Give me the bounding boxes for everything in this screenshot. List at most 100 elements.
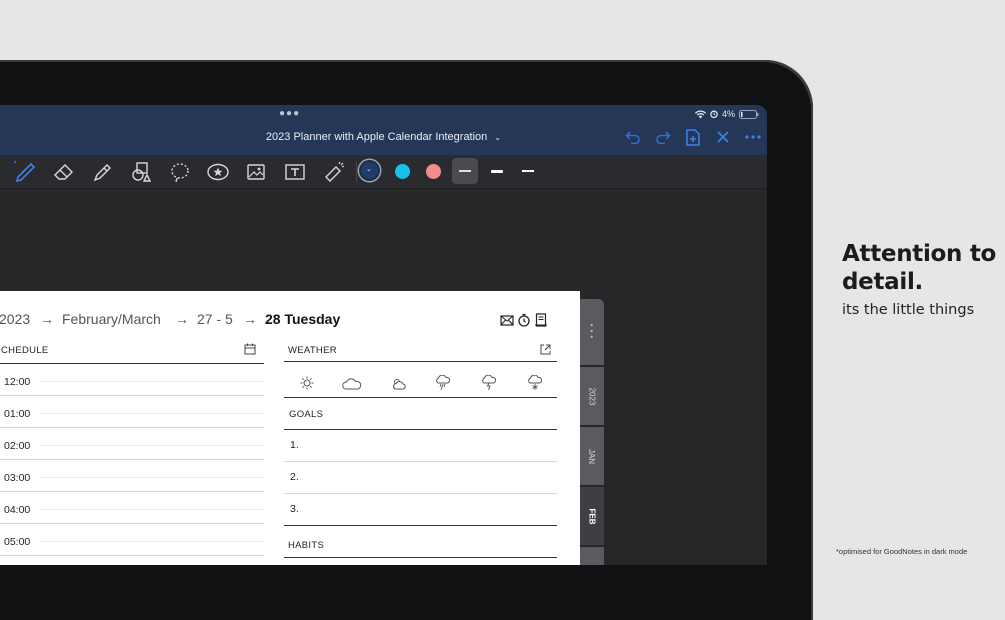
- tab-feb[interactable]: FEB: [580, 487, 604, 545]
- schedule-heading: CHEDULE: [1, 345, 49, 356]
- goal-item[interactable]: 1.: [290, 439, 299, 451]
- more-button[interactable]: [743, 127, 763, 147]
- wifi-icon: [694, 110, 706, 118]
- undo-button[interactable]: [623, 127, 643, 147]
- schedule-heading-rule: [0, 363, 264, 364]
- notebook-icon[interactable]: [534, 313, 548, 327]
- stroke-size-thin[interactable]: [452, 158, 478, 184]
- tab-2023-label: 2023: [587, 387, 597, 405]
- document-title-text: 2023 Planner with Apple Calendar Integra…: [265, 131, 488, 143]
- breadcrumb-day[interactable]: 28 Tuesday: [265, 311, 340, 327]
- lasso-tool[interactable]: [167, 159, 193, 185]
- elements-tool[interactable]: [205, 159, 231, 185]
- habits-heading-rule: [284, 557, 557, 558]
- nav-actions: [623, 127, 763, 147]
- text-box-icon: [285, 164, 305, 180]
- marketing-title-line-1: Attention to: [842, 241, 997, 267]
- ipad-screen: ●●● 4% 2023 Planner with Apple Calendar …: [0, 105, 767, 565]
- breadcrumb-week[interactable]: 27 - 5: [197, 311, 233, 327]
- schedule-half-rule: [40, 445, 264, 446]
- breadcrumb-year[interactable]: 2023: [0, 311, 30, 327]
- schedule-time: 04:00: [4, 504, 31, 516]
- laser-pointer-tool[interactable]: [321, 159, 347, 185]
- partly-cloudy-icon[interactable]: [391, 377, 407, 391]
- tools-toolbar: ⌄: [0, 155, 767, 189]
- more-icon: [745, 135, 761, 139]
- redo-icon: [656, 131, 671, 144]
- arrow-right-icon: →: [175, 311, 189, 327]
- eraser-tool[interactable]: [51, 159, 77, 185]
- dark-mode-footnote: *optimised for GoodNotes in dark mode: [836, 547, 968, 556]
- battery-icon: [739, 109, 759, 119]
- stroke-size-thick[interactable]: [515, 158, 541, 184]
- tab-feb-label: FEB: [587, 508, 597, 524]
- image-tool[interactable]: [243, 159, 269, 185]
- eraser-icon: [54, 164, 73, 180]
- goals-bottom-rule: [284, 525, 557, 526]
- planner-page[interactable]: 2023 → February/March → 27 - 5 → 28 Tues…: [0, 291, 580, 565]
- breadcrumb-month[interactable]: February/March: [62, 311, 161, 327]
- weather-heading: WEATHER: [288, 345, 337, 356]
- mail-icon[interactable]: [500, 313, 514, 327]
- arrow-right-icon: →: [40, 311, 54, 327]
- undo-icon: [625, 131, 640, 144]
- tab-2023[interactable]: 2023: [580, 367, 604, 425]
- schedule-rule: [0, 395, 264, 396]
- calendar-icon[interactable]: [244, 343, 256, 355]
- color-swatch-cyan[interactable]: [395, 164, 410, 179]
- arrow-right-icon: →: [243, 311, 257, 327]
- side-tabs: ••• 2023 JAN FEB: [580, 291, 604, 565]
- external-link-icon[interactable]: [540, 344, 551, 355]
- goals-heading-rule: [284, 429, 557, 430]
- laser-pointer-icon: [325, 161, 345, 182]
- habits-heading: HABITS: [288, 540, 325, 551]
- snow-icon[interactable]: [527, 375, 543, 391]
- tab-next[interactable]: [580, 547, 604, 565]
- redo-button[interactable]: [653, 127, 673, 147]
- pen-icon: [13, 160, 36, 183]
- tab-jan[interactable]: JAN: [580, 427, 604, 485]
- chevron-down-icon: ⌄: [494, 133, 502, 142]
- close-button[interactable]: [713, 127, 733, 147]
- stroke-thin-icon: [459, 170, 471, 172]
- cloud-icon[interactable]: [342, 378, 362, 390]
- schedule-time: 03:00: [4, 472, 31, 484]
- lasso-icon: [171, 163, 189, 183]
- color-swatch-dark-blue[interactable]: ⌄: [361, 162, 378, 179]
- goal-item[interactable]: 3.: [290, 503, 299, 515]
- weather-bottom-rule: [284, 397, 557, 398]
- battery-percent: 4%: [721, 109, 735, 119]
- stroke-size-medium[interactable]: [484, 158, 510, 184]
- highlighter-tool[interactable]: [90, 159, 116, 185]
- sun-icon[interactable]: [300, 376, 314, 390]
- thunder-icon[interactable]: [481, 375, 497, 391]
- goal-item[interactable]: 2.: [290, 471, 299, 483]
- pen-tool[interactable]: [12, 159, 38, 185]
- page-actions: [500, 313, 548, 327]
- text-tool[interactable]: [282, 159, 308, 185]
- shapes-tool[interactable]: [129, 159, 155, 185]
- timer-icon[interactable]: [517, 313, 531, 327]
- marketing-title-line-2: detail.: [842, 269, 923, 295]
- highlighter-icon: [93, 164, 111, 182]
- schedule-rule: [0, 427, 264, 428]
- add-page-button[interactable]: [683, 127, 703, 147]
- multitask-grabber[interactable]: ●●●: [279, 108, 300, 119]
- color-swatch-pink[interactable]: [426, 164, 441, 179]
- star-sticker-icon: [207, 163, 229, 181]
- schedule-time: 01:00: [4, 408, 31, 420]
- tab-more[interactable]: •••: [580, 299, 604, 365]
- close-icon: [717, 131, 729, 143]
- alarm-icon: [710, 110, 718, 118]
- schedule-rule: [0, 555, 264, 556]
- storm-icon[interactable]: [435, 375, 451, 391]
- goal-rule: [284, 493, 557, 494]
- add-page-icon: [686, 128, 700, 146]
- schedule-rule: [0, 459, 264, 460]
- schedule-rule: [0, 523, 264, 524]
- schedule-time: 02:00: [4, 440, 31, 452]
- schedule-time: 05:00: [4, 536, 31, 548]
- schedule-half-rule: [40, 413, 264, 414]
- toolbar-divider: [356, 161, 357, 183]
- breadcrumb-day-name: Tuesday: [284, 311, 341, 327]
